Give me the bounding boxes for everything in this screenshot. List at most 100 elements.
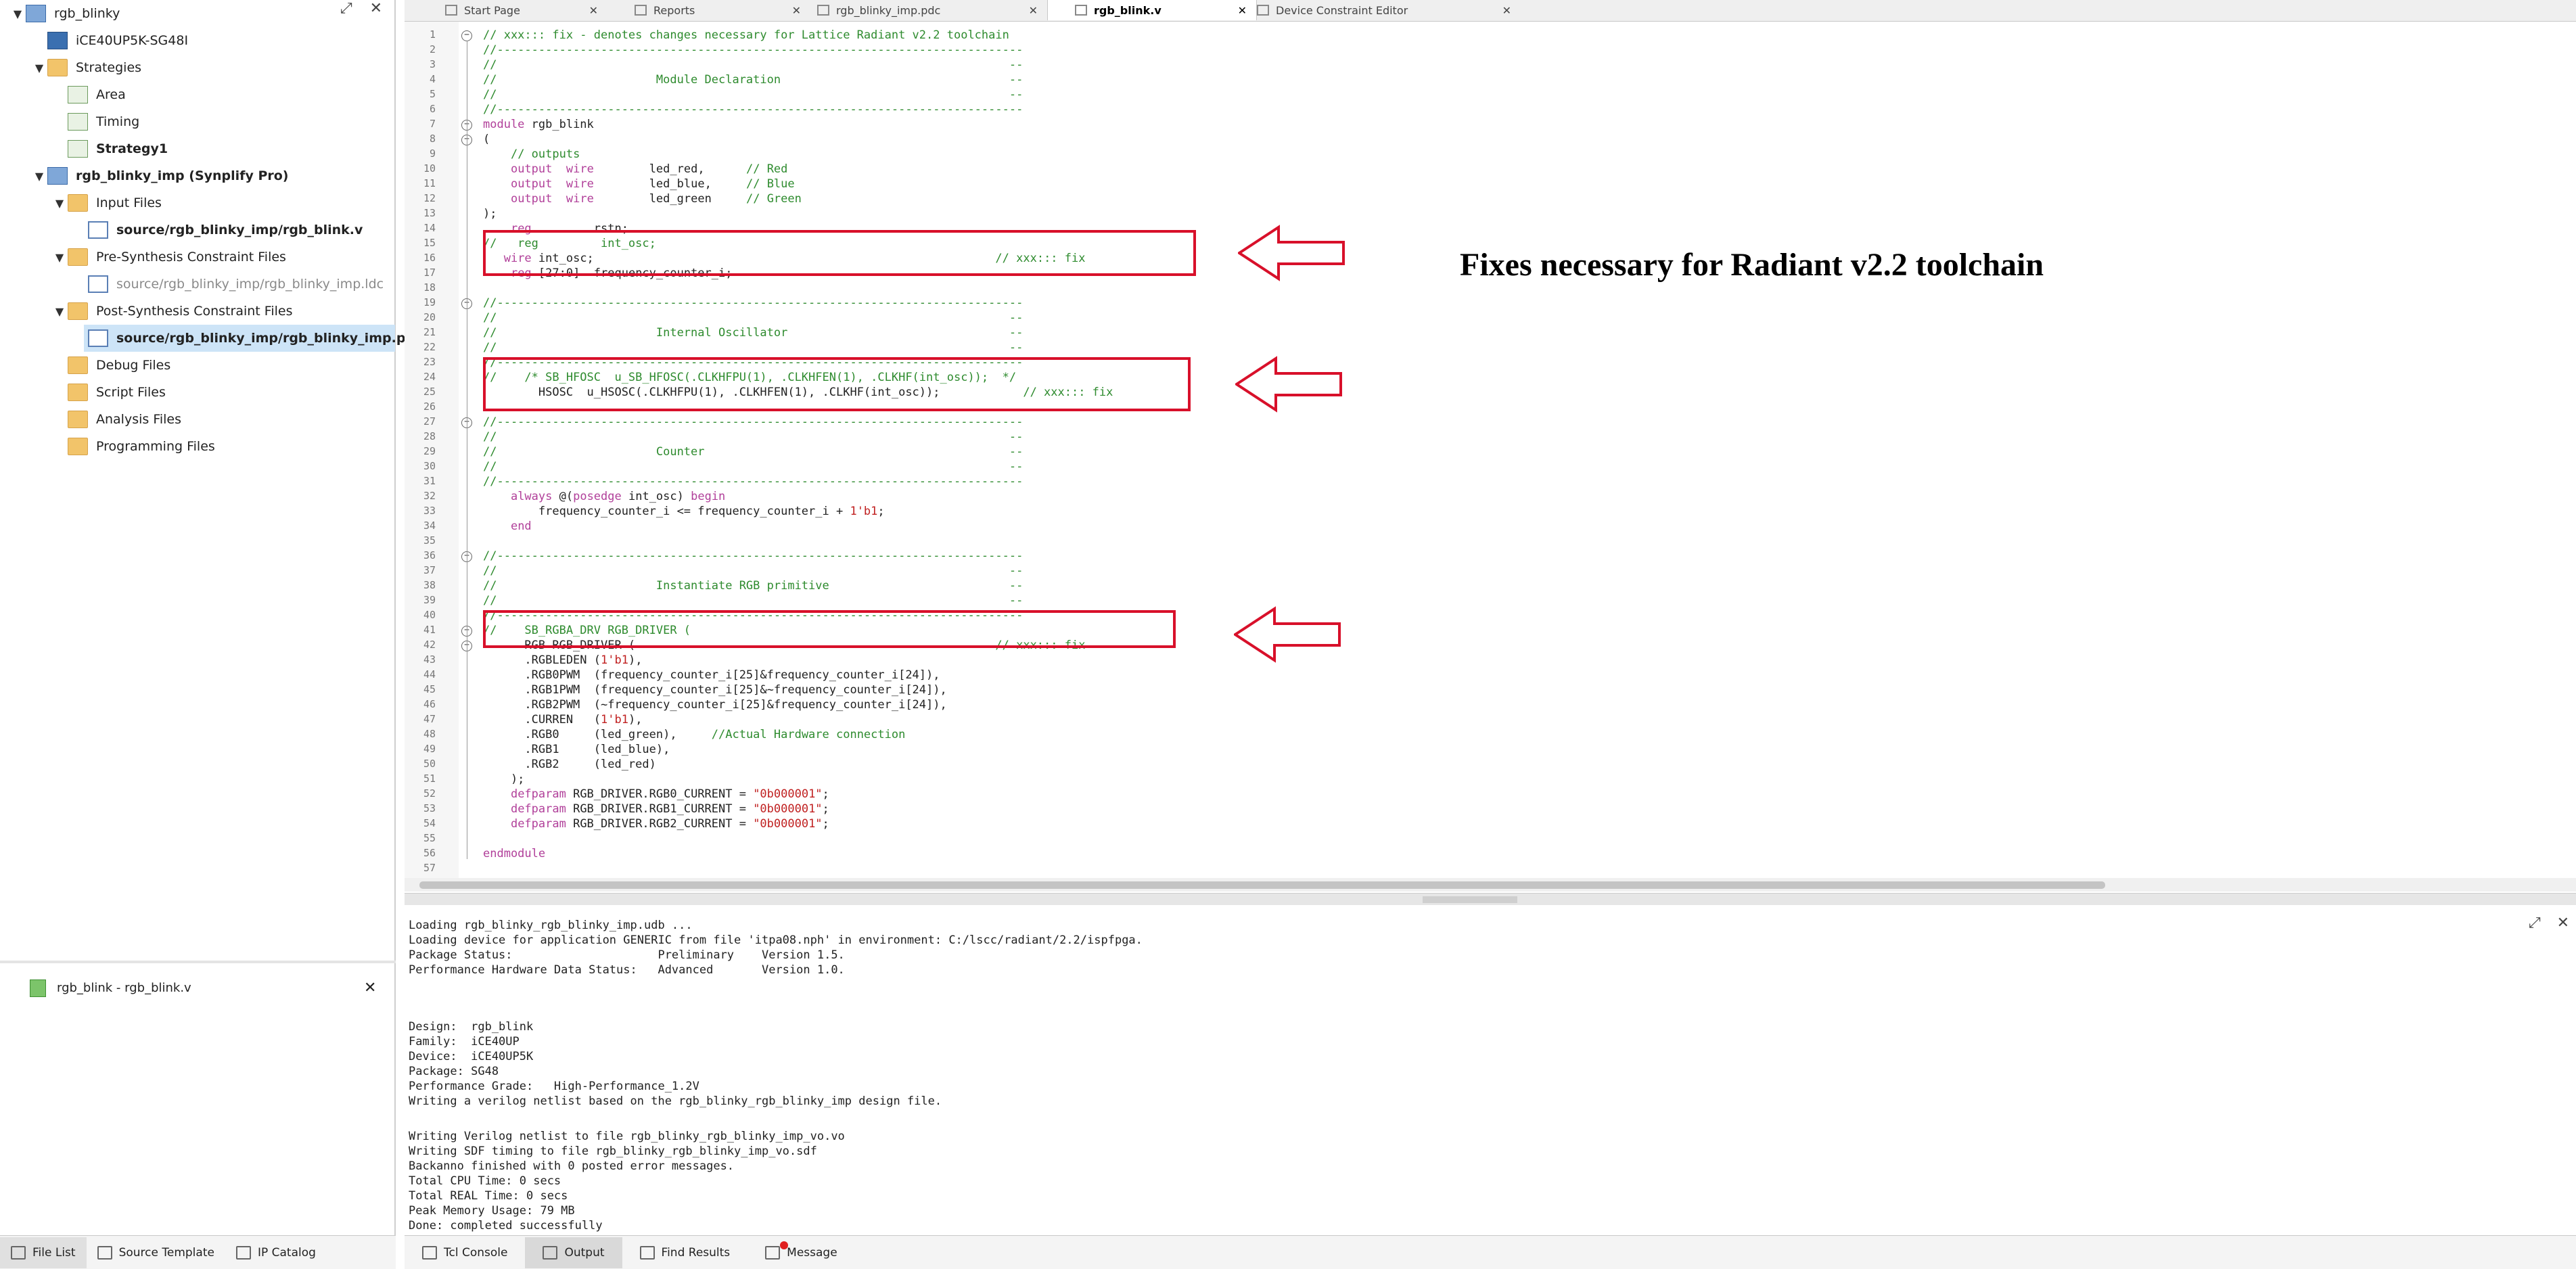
tab-source-template[interactable]: Source Template — [87, 1237, 225, 1268]
code-line[interactable]: .RGB2PWM (~frequency_counter_i[25]&frequ… — [483, 698, 946, 712]
tab-tcl-console[interactable]: Tcl Console — [405, 1237, 525, 1268]
code-line[interactable]: .RGB1 (led_blue), — [483, 743, 670, 756]
divider-handle[interactable] — [1423, 896, 1517, 903]
code-line[interactable]: .RGBLEDEN (1'b1), — [483, 653, 642, 667]
expand-arrow-icon[interactable]: ▼ — [31, 170, 47, 183]
popout-icon[interactable]: ⤢ — [2529, 915, 2541, 931]
code-line[interactable]: output wire led_green // Green — [483, 192, 802, 206]
code-line[interactable]: // -- — [483, 594, 1023, 607]
code-line[interactable]: // Counter -- — [483, 445, 1023, 459]
close-icon[interactable]: ✕ — [589, 4, 598, 17]
code-line[interactable]: //--------------------------------------… — [483, 296, 1023, 310]
code-line[interactable]: frequency_counter_i <= frequency_counter… — [483, 505, 885, 518]
code-line[interactable]: .CURREN (1'b1), — [483, 713, 642, 726]
close-icon[interactable]: ✕ — [1029, 4, 1038, 17]
expand-arrow-icon[interactable]: ▼ — [51, 305, 68, 318]
code-line[interactable]: // -- — [483, 88, 1023, 101]
code-line[interactable]: always @(posedge int_osc) begin — [483, 490, 725, 503]
code-line[interactable]: // Internal Oscillator -- — [483, 326, 1023, 340]
tree-item[interactable]: Script Files — [0, 379, 396, 406]
close-icon[interactable]: ✕ — [792, 4, 801, 17]
tree-item[interactable]: source/rgb_blinky_imp/rgb_blinky_imp.ldc — [0, 271, 396, 298]
horizontal-scrollbar[interactable] — [405, 878, 2576, 892]
code-line[interactable]: //--------------------------------------… — [483, 549, 1023, 563]
code-line[interactable]: // xxx::: fix - denotes changes necessar… — [483, 28, 1009, 42]
code-line[interactable]: output wire led_blue, // Blue — [483, 177, 795, 191]
output-console[interactable]: ⤢ ✕ Loading rgb_blinky_rgb_blinky_imp.ud… — [405, 905, 2576, 1237]
tab-file-list[interactable]: File List — [0, 1237, 87, 1268]
tree-item-label: Analysis Files — [96, 412, 182, 427]
output-line: Device: iCE40UP5K — [409, 1050, 534, 1063]
code-editor[interactable]: 1 2 3 4 5 6 7 8 9 10 11 12 13 14 15 16 17 18 19 20 21 22 23 24 2… — [405, 22, 2576, 879]
tree-item[interactable]: Analysis Files — [0, 406, 396, 433]
close-icon[interactable]: ✕ — [364, 979, 376, 996]
tree-item[interactable]: Strategy1 — [0, 135, 396, 162]
code-line[interactable]: //--------------------------------------… — [483, 43, 1023, 57]
code-line[interactable]: // -- — [483, 341, 1023, 354]
tab-message[interactable]: Message — [748, 1237, 855, 1268]
tree-item[interactable]: Area — [0, 81, 396, 108]
tree-item[interactable]: Debug Files — [0, 352, 396, 379]
code-line[interactable]: //--------------------------------------… — [483, 475, 1023, 488]
tab-find-results[interactable]: Find Results — [622, 1237, 748, 1268]
scrollbar-thumb[interactable] — [419, 881, 2105, 889]
code-line[interactable]: // -- — [483, 564, 1023, 578]
code-line[interactable]: endmodule — [483, 847, 545, 860]
code-line[interactable]: .RGB0PWM (frequency_counter_i[25]&freque… — [483, 668, 940, 682]
close-icon[interactable]: ✕ — [1502, 4, 1511, 17]
code-line[interactable]: ( — [483, 133, 490, 146]
expand-arrow-icon[interactable]: ▼ — [9, 7, 26, 20]
code-line[interactable]: end — [483, 520, 532, 533]
code-line[interactable]: //--------------------------------------… — [483, 415, 1023, 429]
tree-item[interactable]: Programming Files — [0, 433, 396, 460]
code-line[interactable]: defparam RGB_DRIVER.RGB2_CURRENT = "0b00… — [483, 817, 829, 831]
tree-item[interactable]: source/rgb_blinky_imp/rgb_blink.v — [0, 216, 396, 244]
tree-item[interactable]: ▼ rgb_blinky — [0, 0, 396, 27]
code-line[interactable]: // Module Declaration -- — [483, 73, 1023, 87]
expand-arrow-icon[interactable]: ▼ — [51, 251, 68, 264]
close-icon[interactable]: ✕ — [2557, 915, 2569, 931]
code-line[interactable]: //--------------------------------------… — [483, 103, 1023, 116]
code-line[interactable]: // -- — [483, 58, 1023, 72]
code-line[interactable]: module rgb_blink — [483, 118, 594, 131]
code-line[interactable]: .RGB2 (led_red) — [483, 758, 656, 771]
notification-badge — [780, 1241, 789, 1249]
tab-reports[interactable]: Reports ✕ — [635, 0, 810, 20]
code-line[interactable]: // outputs — [483, 147, 580, 161]
code-line[interactable]: .RGB0 (led_green), //Actual Hardware con… — [483, 728, 905, 741]
code-line[interactable]: // -- — [483, 311, 1023, 325]
tab-output[interactable]: Output — [525, 1237, 622, 1268]
tab-pdc-file[interactable]: rgb_blinky_imp.pdc ✕ — [817, 0, 1047, 20]
expand-arrow-icon[interactable]: ▼ — [51, 197, 68, 210]
tab-rgb-blink-v[interactable]: rgb_blink.v ✕ — [1047, 0, 1257, 20]
code-line[interactable]: // Instantiate RGB primitive -- — [483, 579, 1023, 593]
expand-arrow-icon[interactable]: ▼ — [31, 62, 47, 74]
code-line[interactable]: .RGB1PWM (frequency_counter_i[25]&~frequ… — [483, 683, 946, 697]
tree-item[interactable]: iCE40UP5K-SG48I — [0, 27, 396, 54]
code-line[interactable]: defparam RGB_DRIVER.RGB1_CURRENT = "0b00… — [483, 802, 829, 816]
code-line[interactable]: // -- — [483, 430, 1023, 444]
code-line[interactable]: // -- — [483, 460, 1023, 474]
code-line[interactable]: ); — [483, 207, 497, 221]
tab-ip-catalog[interactable]: IP Catalog — [225, 1237, 327, 1268]
folder-icon — [68, 438, 88, 455]
open-file-entry[interactable]: rgb_blink - rgb_blink.v ✕ — [0, 974, 396, 1001]
highlight-box-rgb-driver — [483, 610, 1176, 648]
code-line[interactable]: ); — [483, 772, 524, 786]
tab-start-page[interactable]: Start Page ✕ — [445, 0, 607, 20]
tree-item[interactable]: Timing — [0, 108, 396, 135]
output-line: Loading device for application GENERIC f… — [409, 933, 1143, 947]
line-number: 36 — [423, 549, 436, 561]
tree-item[interactable]: ▼ Pre-Synthesis Constraint Files — [0, 244, 396, 271]
tree-item[interactable]: ▼ Input Files — [0, 189, 396, 216]
tab-device-constraint-editor[interactable]: Device Constraint Editor ✕ — [1237, 0, 1521, 20]
tree-item[interactable]: ▼ rgb_blinky_imp (Synplify Pro) — [0, 162, 396, 189]
tree-item[interactable]: ▼ Strategies — [0, 54, 396, 81]
panel-divider[interactable] — [405, 893, 2576, 905]
fold-toggle-icon[interactable]: − — [461, 30, 472, 41]
code-line[interactable]: output wire led_red, // Red — [483, 162, 787, 176]
tree-item[interactable]: source/rgb_blinky_imp/rgb_blinky_imp.pdc — [84, 325, 422, 352]
tree-item[interactable]: ▼ Post-Synthesis Constraint Files — [0, 298, 396, 325]
panel-splitter[interactable] — [0, 961, 396, 963]
code-line[interactable]: defparam RGB_DRIVER.RGB0_CURRENT = "0b00… — [483, 787, 829, 801]
